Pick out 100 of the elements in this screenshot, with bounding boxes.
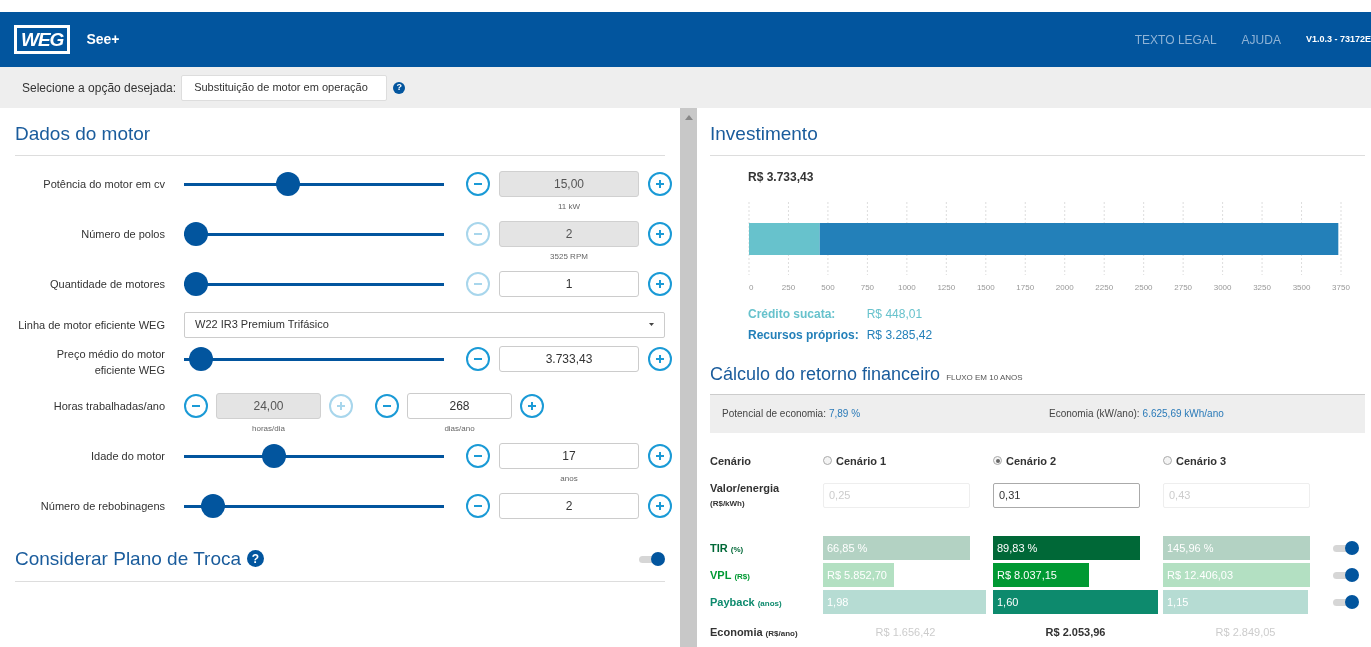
increment-button[interactable] <box>648 443 672 468</box>
caret-icon <box>649 323 654 326</box>
input-field[interactable]: 2 <box>499 220 639 247</box>
increment-button[interactable] <box>648 271 672 296</box>
scroll-up-icon[interactable] <box>684 115 693 120</box>
input-field[interactable]: 3.733,43 <box>499 345 639 372</box>
option-dropdown[interactable]: Substituição de motor em operação <box>181 74 388 101</box>
option-label: Selecione a opção desejada: <box>22 79 177 97</box>
decrement-button[interactable] <box>466 493 490 518</box>
unit-label: 11 kW <box>557 200 581 213</box>
radio-button[interactable] <box>993 456 1002 466</box>
metric-label: TIR <box>710 540 728 556</box>
plus-icon <box>527 400 537 411</box>
axis-tick-label: 750 <box>860 282 875 292</box>
summary-label: Economia (kW/ano): <box>1049 408 1140 419</box>
slider[interactable] <box>184 443 444 468</box>
section-title: Dados do motor <box>15 120 665 156</box>
increment-button[interactable] <box>648 221 672 246</box>
increment-button[interactable] <box>648 493 672 518</box>
decrement-button[interactable] <box>466 346 490 371</box>
slider[interactable] <box>184 271 444 296</box>
slider[interactable] <box>184 346 444 371</box>
help-icon[interactable]: ? <box>393 81 406 94</box>
plus-icon <box>655 178 665 189</box>
radio-button[interactable] <box>1163 456 1172 466</box>
unit-label: dias/ano <box>444 422 475 435</box>
legend-label: Recursos próprios: <box>748 326 859 344</box>
slider[interactable] <box>184 493 444 518</box>
dropdown[interactable]: W22 IR3 Premium Trifásico <box>184 311 665 338</box>
legend-value: R$ 448,01 <box>866 305 924 323</box>
help-icon[interactable]: ? <box>247 550 264 568</box>
slider-thumb[interactable] <box>184 221 208 246</box>
metric-bar: R$ 5.852,70 <box>823 563 894 587</box>
slider[interactable] <box>184 171 444 196</box>
field-label: Linha de motor eficiente WEG <box>17 317 165 333</box>
unit-label: (%) <box>730 543 744 556</box>
unit-label: (R$) <box>734 570 750 583</box>
row-label: Economia <box>710 625 763 640</box>
input-field[interactable]: 17 <box>499 442 639 469</box>
increment-button[interactable] <box>520 393 544 418</box>
plus-icon <box>655 278 665 289</box>
decrement-button[interactable] <box>375 393 399 418</box>
axis-tick-label: 2750 <box>1174 282 1193 292</box>
section-title: Investimento <box>710 120 1365 156</box>
input-field[interactable]: 24,00 <box>216 392 321 419</box>
section-title: Cálculo do retorno financeiro <box>710 362 941 386</box>
field-label: Quantidade de motores <box>49 276 165 292</box>
decrement-button[interactable] <box>466 171 490 196</box>
row-label: Valor/energia <box>710 481 781 496</box>
metric-bar: 1,98 <box>823 590 986 614</box>
axis-tick-label: 0 <box>749 282 754 292</box>
slider-thumb[interactable] <box>261 443 286 468</box>
metric-label: VPL <box>710 567 732 583</box>
toggle-switch[interactable] <box>1333 568 1359 582</box>
axis-tick-label: 250 <box>781 282 796 292</box>
radio-label: Cenário 2 <box>1006 453 1057 469</box>
decrement-button[interactable] <box>184 393 208 418</box>
slider-thumb[interactable] <box>184 271 208 296</box>
nav-link[interactable]: AJUDA <box>1241 30 1281 49</box>
slider-thumb[interactable] <box>200 493 225 518</box>
input-field[interactable]: 0,31 <box>993 483 1140 508</box>
axis-tick-label: 3750 <box>1332 282 1350 292</box>
total-amount: R$ 3.733,43 <box>748 168 815 186</box>
toggle-switch[interactable] <box>1333 595 1359 609</box>
axis-tick-label: 1000 <box>897 282 916 292</box>
field-label: Número de rebobinagens <box>39 498 165 514</box>
decrement-button[interactable] <box>466 443 490 468</box>
axis-tick-label: 1750 <box>1016 282 1035 292</box>
radio-label: Cenário 1 <box>836 453 887 469</box>
logo: WEG <box>14 25 71 54</box>
axis-tick-label: 3250 <box>1253 282 1271 292</box>
axis-tick-label: 1500 <box>976 282 995 292</box>
version-label: V1.0.3 - 73172E <box>1305 32 1371 46</box>
summary-label: Potencial de economia: <box>722 408 826 419</box>
increment-button[interactable] <box>648 346 672 371</box>
plus-icon <box>655 450 665 461</box>
scrollbar[interactable] <box>680 108 697 647</box>
toggle-switch[interactable] <box>639 551 665 566</box>
slider-thumb[interactable] <box>188 346 213 371</box>
unit-label: (anos) <box>757 597 782 610</box>
section-subtitle: FLUXO EM 10 ANOS <box>946 371 1023 384</box>
slider-thumb[interactable] <box>276 171 301 196</box>
metric-label: Payback <box>710 594 755 610</box>
field-label: Idade do motor <box>90 448 165 464</box>
plus-icon <box>655 228 665 239</box>
slider[interactable] <box>184 221 444 246</box>
input-field[interactable]: 15,00 <box>499 170 639 197</box>
input-field[interactable]: 1 <box>499 270 639 297</box>
field-label: Número de polos <box>80 226 165 242</box>
plus-icon <box>655 500 665 511</box>
axis-tick-label: 500 <box>821 282 835 292</box>
toggle-switch[interactable] <box>1333 541 1359 555</box>
unit-label: anos <box>560 472 578 485</box>
input-field[interactable]: 268 <box>407 392 512 419</box>
input-field[interactable]: 2 <box>499 492 639 519</box>
radio-label: Cenário 3 <box>1176 453 1227 469</box>
radio-button[interactable] <box>823 456 832 466</box>
increment-button[interactable] <box>648 171 672 196</box>
metric-bar: 1,15 <box>1163 590 1308 614</box>
axis-tick-label: 2500 <box>1134 282 1153 292</box>
